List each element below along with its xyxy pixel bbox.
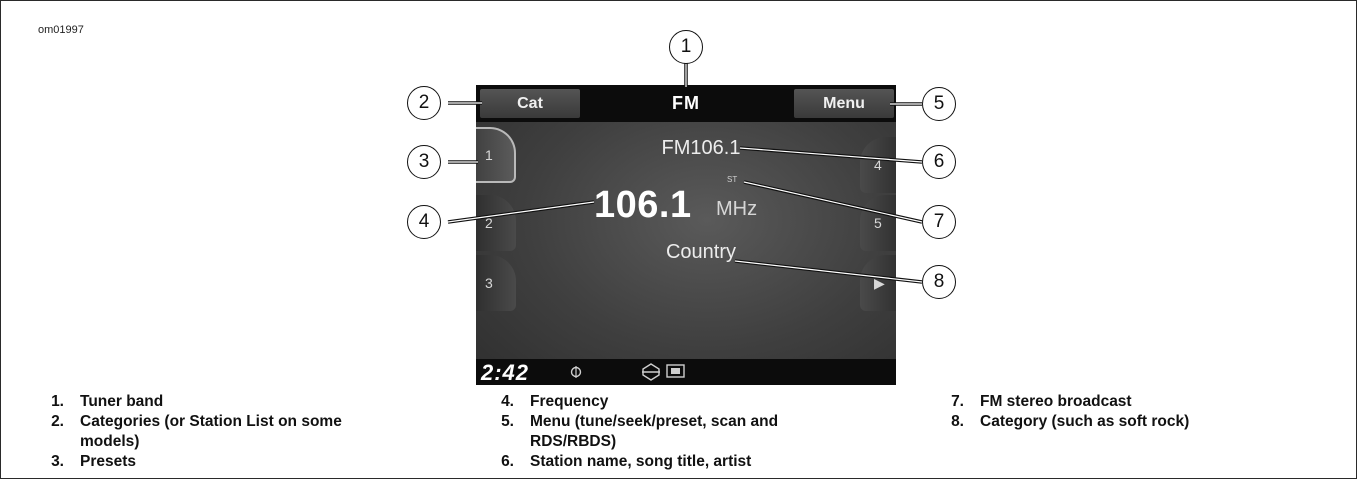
preset-5-button[interactable]: 5 <box>860 195 896 251</box>
preset-3-button[interactable]: 3 <box>476 255 516 311</box>
legend-text: Tuner band <box>80 393 164 410</box>
callout-4: 4 <box>407 205 441 239</box>
stereo-indicator: ST <box>727 175 738 184</box>
preset-2-button[interactable]: 2 <box>476 195 516 251</box>
legend-text: Menu (tune/seek/preset, scan and RDS/RBD… <box>530 413 779 450</box>
legend-item: 1. Tuner band <box>32 392 392 412</box>
legend-item: 4. Frequency <box>482 392 842 412</box>
legend-item: 7. FM stereo broadcast <box>932 392 1342 412</box>
callout-8: 8 <box>922 265 956 299</box>
radio-screen: Cat FM Menu 1 2 3 4 5 ▶ FM106.1 ST 106.1… <box>476 85 896 385</box>
callout-3: 3 <box>407 145 441 179</box>
callout-7: 7 <box>922 205 956 239</box>
legend-column-1: 1. Tuner band 2. Categories (or Station Li… <box>32 392 392 472</box>
battery-icon <box>666 364 685 378</box>
cat-button[interactable]: Cat <box>480 89 580 118</box>
legend-item: 6. Station name, song title, artist <box>482 452 842 472</box>
harley-logo-icon <box>642 363 660 381</box>
legend-number: 1. <box>51 393 64 410</box>
legend-text: Categories (or Station List on some mode… <box>80 413 342 450</box>
bottom-bar: 2:42 <box>476 359 896 385</box>
figure-id: om01997 <box>38 24 84 36</box>
next-preset-page-button[interactable]: ▶ <box>860 255 896 311</box>
legend-column-3: 7. FM stereo broadcast 8. Category (such a… <box>932 392 1342 432</box>
station-name: FM106.1 <box>661 137 741 159</box>
legend-number: 8. <box>951 413 964 430</box>
legend-item: 8. Category (such as soft rock) <box>932 412 1342 432</box>
legend-number: 3. <box>51 453 64 470</box>
legend-column-2: 4. Frequency 5. Menu (tune/seek/preset, sc… <box>482 392 842 472</box>
legend-text: Station name, song title, artist <box>530 453 752 470</box>
legend-number: 5. <box>501 413 514 430</box>
legend-number: 6. <box>501 453 514 470</box>
callout-1: 1 <box>669 30 703 64</box>
legend-item: 3. Presets <box>32 452 392 472</box>
preset-4-button[interactable]: 4 <box>860 137 896 193</box>
legend-item: 2. Categories (or Station List on some mo… <box>32 412 392 452</box>
callout-5: 5 <box>922 87 956 121</box>
callout-2: 2 <box>407 86 441 120</box>
legend-number: 7. <box>951 393 964 410</box>
legend-number: 2. <box>51 413 64 430</box>
preset-1-button[interactable]: 1 <box>476 127 516 183</box>
frequency-value: 106.1 <box>594 184 692 226</box>
category-label: Country <box>665 241 737 263</box>
top-bar: Cat FM Menu <box>476 85 896 122</box>
legend-text: Frequency <box>530 393 609 410</box>
legend-text: Category (such as soft rock) <box>980 413 1190 430</box>
legend-text: FM stereo broadcast <box>980 393 1132 410</box>
frequency-unit: MHz <box>716 198 758 220</box>
legend-text: Presets <box>80 453 137 470</box>
legend-number: 4. <box>501 393 514 410</box>
legend-item: 5. Menu (tune/seek/preset, scan and RDS/R… <box>482 412 842 452</box>
tuner-dial-icon <box>570 366 582 378</box>
clock: 2:42 <box>481 360 530 385</box>
callout-6: 6 <box>922 145 956 179</box>
tuner-band: FM <box>672 93 700 113</box>
menu-button[interactable]: Menu <box>794 89 894 118</box>
